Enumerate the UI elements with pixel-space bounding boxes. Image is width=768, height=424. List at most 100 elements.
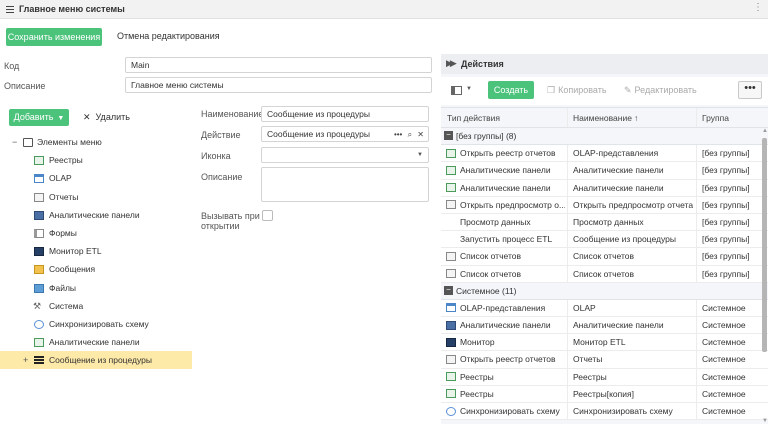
cell-group: Системное — [702, 388, 746, 399]
column-divider — [696, 145, 697, 162]
table-row[interactable]: OLAP-представления OLAP Системное — [441, 299, 768, 318]
save-changes-button[interactable]: Сохранить изменения — [6, 28, 102, 46]
ellipsis-icon[interactable]: ••• — [394, 130, 402, 139]
description-input[interactable]: Главное меню системы — [125, 77, 432, 93]
scrollbar-thumb[interactable] — [762, 138, 767, 352]
tree-item-selected[interactable]: + Сообщение из процедуры — [0, 351, 192, 370]
cell-group: [без группы] — [702, 148, 750, 159]
tree-item[interactable]: Файлы — [0, 279, 192, 297]
table-row[interactable]: Список отчетов Список отчетов [без группы] — [441, 265, 768, 283]
tools-icon: ⚒ — [33, 300, 42, 311]
scroll-up-icon[interactable]: ▲ — [762, 128, 768, 134]
table-row[interactable]: Аналитические панели Аналитические панели… — [441, 317, 768, 335]
expand-icon[interactable]: + — [23, 351, 28, 369]
table-row[interactable]: Открыть реестр отчетов Отчеты Системное — [441, 351, 768, 369]
cell-type: Открыть предпросмотр о... — [460, 199, 565, 210]
tree-item[interactable]: Аналитические панели — [0, 333, 192, 351]
column-divider — [567, 265, 568, 282]
tree-item[interactable]: Синхронизировать схему — [0, 315, 192, 333]
cell-type: OLAP-представления — [460, 302, 546, 313]
cell-name: Просмотр данных — [573, 216, 644, 227]
table-row[interactable]: Аналитические панели Аналитические панели… — [441, 162, 768, 180]
table-row[interactable]: Просмотр данных Просмотр данных [без групп… — [441, 213, 768, 232]
tree-root[interactable]: − Элементы меню — [0, 133, 192, 151]
column-header-name[interactable]: Наименование — [573, 113, 632, 123]
cell-group: [без группы] — [702, 251, 750, 262]
cell-name: Список отчетов — [573, 251, 634, 262]
folder-icon — [23, 138, 33, 147]
name-input[interactable]: Сообщение из процедуры — [261, 106, 429, 122]
double-chevron-right-icon[interactable]: ▶▶ — [446, 58, 457, 69]
tree-item[interactable]: Аналитические панели — [0, 206, 192, 224]
tree-item[interactable]: Реестры — [0, 151, 192, 169]
delete-button[interactable]: ✕ Удалить — [83, 112, 130, 123]
add-button[interactable]: Добавить ▼ — [9, 109, 69, 126]
delete-button-label: Удалить — [95, 112, 130, 122]
edit-button[interactable]: ✎ Редактировать — [624, 85, 697, 96]
cell-group: [без группы] — [702, 234, 750, 245]
close-icon: ✕ — [83, 112, 91, 122]
tree-item[interactable]: OLAP — [0, 169, 192, 187]
tree-item-label: OLAP — [49, 173, 72, 184]
search-icon[interactable]: ⌕ — [408, 130, 412, 139]
code-input[interactable]: Main — [125, 57, 432, 73]
call-on-open-label: Вызывать при открытии — [201, 211, 260, 231]
column-header-group[interactable]: Группа — [702, 113, 729, 123]
table-row[interactable]: Запустить процесс ETL Сообщение из процед… — [441, 231, 768, 249]
column-divider — [696, 385, 697, 402]
form-icon — [34, 228, 44, 238]
create-button[interactable]: Создать — [488, 81, 534, 99]
tree-item[interactable]: Отчеты — [0, 188, 192, 206]
table-row[interactable]: Реестры Реестры Системное — [441, 368, 768, 386]
chevron-down-icon: ▼ — [466, 86, 472, 92]
desc-textarea[interactable] — [261, 167, 429, 202]
cell-type: Реестры — [460, 388, 494, 399]
menu-icon[interactable] — [6, 6, 14, 13]
table-row[interactable]: Список отчетов Список отчетов [без группы] — [441, 248, 768, 266]
tree-item[interactable]: Сообщения — [0, 260, 192, 278]
table-row[interactable]: Монитор Монитор ETL Системное — [441, 334, 768, 352]
cancel-edit-button[interactable]: Отмена редактирования — [117, 31, 220, 41]
report-icon — [446, 354, 456, 364]
cell-group: Системное — [702, 320, 746, 331]
group-label: Системное (11) — [456, 285, 517, 296]
copy-button[interactable]: ❐ Копировать — [547, 85, 607, 96]
group-label: [без группы] (8) — [456, 131, 517, 141]
action-select[interactable]: Сообщение из процедуры ••• ⌕ ✕ — [261, 126, 429, 142]
column-header-type[interactable]: Тип действия — [447, 113, 500, 123]
table-row[interactable]: Синхронизировать схему Синхронизировать с… — [441, 403, 768, 421]
cell-group: [без группы] — [702, 165, 750, 176]
cell-type: Просмотр данных — [460, 216, 531, 227]
tree-item[interactable]: Монитор ETL — [0, 242, 192, 260]
column-divider — [696, 317, 697, 334]
layout-toggle-button[interactable]: ▼ — [451, 84, 477, 98]
group-row[interactable]: − [без группы] (8) — [441, 128, 768, 146]
collapse-icon[interactable]: − — [444, 131, 453, 140]
call-on-open-checkbox[interactable] — [262, 210, 273, 221]
tree-item[interactable]: ⚒ Система — [0, 297, 192, 315]
icon-label: Иконка — [201, 151, 231, 161]
table-row[interactable]: Аналитические панели Аналитические панели… — [441, 179, 768, 197]
cell-group: [без группы] — [702, 182, 750, 193]
more-icon[interactable]: ⋮ — [753, 2, 763, 13]
description-label: Описание — [4, 81, 46, 91]
grid-scrollbar[interactable]: ▲ ▼ — [761, 128, 768, 424]
collapse-icon[interactable]: − — [444, 285, 453, 295]
icon-select[interactable]: ▼ — [261, 147, 429, 163]
cell-group: Системное — [702, 406, 746, 416]
tree-item[interactable]: Формы — [0, 224, 192, 242]
chevron-down-icon: ▼ — [57, 115, 65, 122]
group-row[interactable]: − Системное (11) — [441, 282, 768, 300]
scroll-down-icon[interactable]: ▼ — [762, 418, 768, 424]
doc-icon — [446, 148, 456, 158]
column-divider — [567, 231, 568, 248]
clear-icon[interactable]: ✕ — [417, 130, 424, 139]
more-actions-button[interactable]: ••• — [738, 81, 762, 99]
actions-grid: Тип действия Наименование ↑ Группа − [бе… — [441, 107, 768, 421]
action-select-controls: ••• ⌕ ✕ — [394, 128, 424, 141]
table-row[interactable]: Открыть реестр отчетов OLAP-представления… — [441, 145, 768, 163]
column-divider — [567, 385, 568, 402]
table-row[interactable]: Реестры Реестры[копия] Системное — [441, 385, 768, 403]
table-row[interactable]: Открыть предпросмотр о... Открыть предпро… — [441, 196, 768, 214]
collapse-icon[interactable]: − — [12, 133, 17, 151]
